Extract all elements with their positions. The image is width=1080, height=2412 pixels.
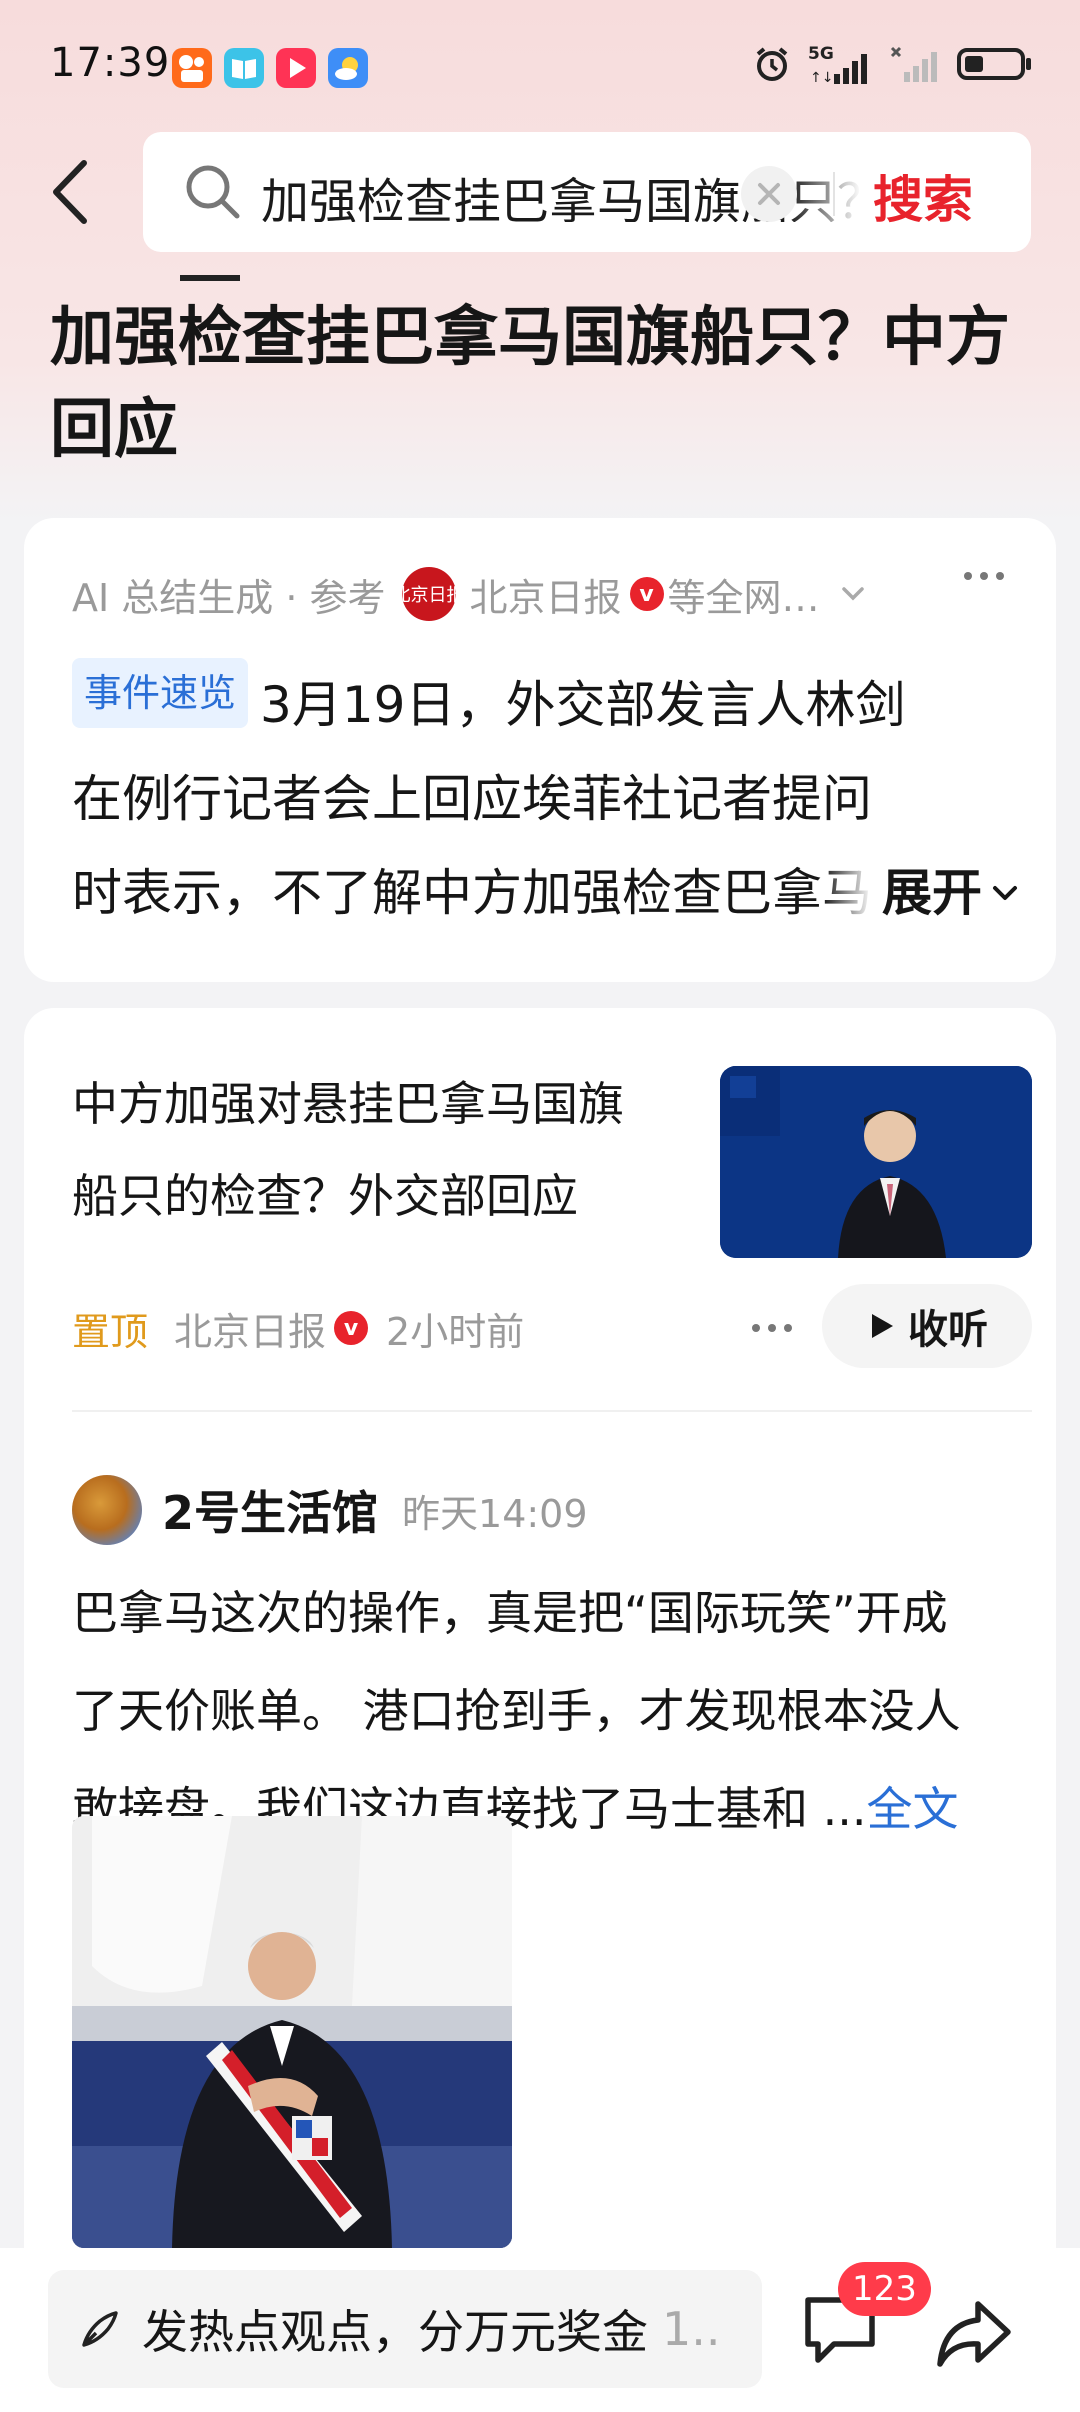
comment-input[interactable]: 发热点观点，分万元奖金 1.. [48, 2270, 762, 2388]
page-title: 加强检查挂巴拿马国旗船只？中方回应 [50, 301, 1010, 467]
news-headline[interactable]: 中方加强对悬挂巴拿马国旗 船只的检查？外交部回应 [72, 1058, 672, 1242]
post-time: 昨天14:09 [402, 1491, 588, 1536]
title-underline-mark [180, 275, 240, 281]
pinned-label: 置顶 [72, 1309, 149, 1354]
weather-icon [328, 48, 368, 88]
close-icon [758, 183, 780, 205]
signal-weak-icon [890, 44, 940, 88]
search-button[interactable]: 搜索 [873, 160, 973, 232]
comment-placeholder-suffix: 1.. [662, 2302, 721, 2356]
post-text-line: 了天价账单。 港口抢到手，才发现根本没人 [72, 1684, 961, 1738]
pen-icon [82, 2311, 118, 2347]
news-feed-card: 中方加强对悬挂巴拿马国旗 船只的检查？外交部回应 置顶 北京日报 v 2小时前 … [24, 1008, 1056, 2412]
news-headline-line: 中方加强对悬挂巴拿马国旗 [72, 1077, 624, 1131]
post-author-name[interactable]: 2号生活馆 [162, 1477, 378, 1543]
more-dot-icon [980, 572, 988, 580]
ai-summary-line-text: 3月19日，外交部发言人林剑 [260, 676, 906, 734]
more-dot-icon [784, 1324, 792, 1332]
status-bar: 17:39 5G ↑↓ [0, 0, 1080, 132]
post-image[interactable] [72, 1816, 512, 2248]
book-icon [224, 48, 264, 88]
listen-button[interactable]: 收听 [822, 1284, 1032, 1368]
more-dot-icon [768, 1324, 776, 1332]
news-source[interactable]: 北京日报 [174, 1301, 326, 1356]
post-author-row[interactable]: 2号生活馆 昨天14:09 [72, 1468, 588, 1552]
back-arrow-icon [53, 160, 87, 224]
ai-source-label: AI 总结生成 · 参考 [72, 575, 386, 620]
alarm-icon [752, 44, 792, 88]
news-headline-line: 船只的检查？外交部回应 [72, 1169, 578, 1223]
news-more-options-button[interactable] [752, 1324, 792, 1332]
post-text[interactable]: 巴拿马这次的操作，真是把“国际玩笑”开成 了天价账单。 港口抢到手，才发现根本没… [72, 1564, 1032, 1858]
search-icon [183, 162, 243, 226]
ai-summary-card: AI 总结生成 · 参考 北京日报 北京日报 v 等全网… 事件速览 3月19日，… [24, 518, 1056, 982]
ai-more-sources: 等全网… [667, 575, 820, 620]
news-thumbnail-image[interactable] [720, 1066, 1032, 1258]
verified-icon: v [629, 577, 664, 611]
video-icon [276, 48, 316, 88]
more-dot-icon [752, 1324, 760, 1332]
event-overview-tag: 事件速览 [72, 658, 249, 728]
chevron-down-icon [838, 579, 868, 609]
expand-button[interactable]: 展开 [822, 846, 1022, 940]
listen-label: 收听 [908, 1307, 988, 1353]
more-dot-icon [964, 572, 972, 580]
clear-search-button[interactable] [741, 166, 797, 222]
status-time: 17:39 [50, 40, 171, 86]
bottom-action-bar: 发热点观点，分万元奖金 1.. 123 [0, 2248, 1080, 2412]
search-divider [833, 172, 835, 216]
kuaishou-icon [172, 48, 212, 88]
play-icon [872, 1314, 893, 1338]
search-box[interactable]: 加强检查挂巴拿马国旗船只？中方回应 搜索 [143, 132, 1031, 252]
ai-source-name: 北京日报 [469, 575, 622, 620]
post-text-line: 巴拿马这次的操作，真是把“国际玩笑”开成 [72, 1586, 948, 1640]
more-dot-icon [996, 572, 1004, 580]
section-divider [72, 1410, 1032, 1412]
expand-label: 展开 [882, 864, 982, 922]
ai-source-row[interactable]: AI 总结生成 · 参考 北京日报 北京日报 v 等全网… [72, 566, 1032, 622]
ai-summary-line: 在例行记者会上回应埃菲社记者提问 [72, 770, 872, 828]
ai-more-options-button[interactable] [964, 572, 1004, 580]
share-icon [937, 2301, 1011, 2367]
signal-5g-icon: 5G ↑↓ [808, 44, 874, 86]
news-meta-row: 置顶 北京日报 v 2小时前 [72, 1298, 524, 1358]
share-button[interactable] [934, 2296, 1014, 2372]
verified-icon: v [334, 1311, 369, 1345]
full-text-link[interactable]: 全文 [867, 1782, 959, 1836]
comment-placeholder: 发热点观点，分万元奖金 [142, 2305, 648, 2359]
svg-text:↑↓: ↑↓ [810, 70, 833, 86]
back-button[interactable] [40, 156, 100, 228]
chevron-down-icon [993, 886, 1017, 900]
comment-count-badge: 123 [838, 2262, 931, 2316]
news-time: 2小时前 [386, 1309, 525, 1354]
avatar[interactable] [72, 1475, 142, 1545]
ai-summary-line: 事件速览 3月19日，外交部发言人林剑 [72, 658, 1022, 752]
ai-summary-text: 事件速览 3月19日，外交部发言人林剑 在例行记者会上回应埃菲社记者提问 时表示，… [72, 658, 1022, 940]
battery-icon [956, 44, 1034, 88]
status-indicators: 5G ↑↓ [752, 44, 1034, 88]
beijing-daily-logo: 北京日报 [393, 567, 465, 621]
